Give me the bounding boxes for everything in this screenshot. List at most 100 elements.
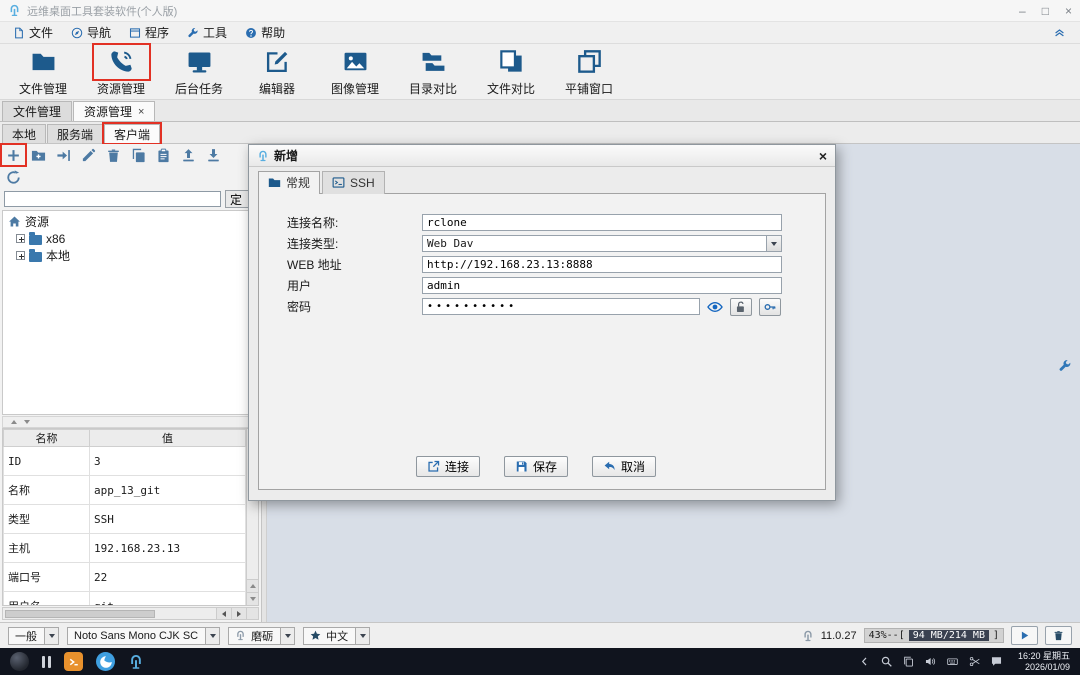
connection-name-input[interactable] [422,214,782,231]
taskbar-app-icon[interactable] [128,654,144,670]
menu-programs[interactable]: 程序 [120,22,178,43]
table-row[interactable]: 类型 SSH [3,504,246,534]
table-row[interactable]: ID 3 [3,446,246,476]
password-label: 密码 [287,300,312,314]
menu-tools[interactable]: 工具 [178,22,236,43]
tab-file-management[interactable]: 文件管理 [2,101,73,121]
collapse-toolbar-icon[interactable] [1053,26,1066,39]
maximize-button[interactable]: □ [1042,5,1049,17]
tab-close-icon[interactable]: × [138,106,144,118]
chat-icon[interactable] [991,656,1002,667]
dock-icon[interactable] [42,655,51,668]
cancel-button[interactable]: 取消 [592,456,657,477]
clipboard-icon[interactable] [903,656,914,667]
tab-resource-management[interactable]: 资源管理 × [73,101,156,121]
toolbar-image-management[interactable]: 图像管理 [316,45,394,97]
font-select[interactable]: Noto Sans Mono CJK SC [67,626,221,645]
edit-button[interactable] [77,145,100,165]
connection-type-select[interactable]: Web Dav [422,235,782,252]
tree-root-resources[interactable]: 资源 [3,213,258,230]
user-input[interactable] [422,277,782,294]
scrollbar-thumb[interactable] [5,609,155,618]
show-password-icon[interactable] [707,299,723,315]
properties-table: 名称 值 ID 3 名称 app_13_git 类型 SSH 主机 192.168.23… [3,429,246,605]
log-level-select[interactable]: 一般 [8,626,59,645]
browser-app-icon[interactable] [96,652,115,671]
trash-icon [106,148,121,163]
expand-icon[interactable] [16,251,25,260]
copy-button[interactable] [127,145,150,165]
toolbar-editor[interactable]: 编辑器 [238,45,316,97]
minimize-button[interactable]: – [1019,5,1026,17]
clock[interactable]: 16:20 星期五 2026/01/09 [1018,651,1070,673]
column-header-name[interactable]: 名称 [3,429,90,447]
user-label: 用户 [287,279,312,293]
export-button[interactable] [202,145,225,165]
file-icon [13,27,25,39]
toolbar-directory-compare[interactable]: 目录对比 [394,45,472,97]
menu-file[interactable]: 文件 [4,22,62,43]
expand-icon[interactable] [16,234,25,243]
subtab-local[interactable]: 本地 [2,124,47,143]
volume-icon[interactable] [925,656,936,667]
subtab-client[interactable]: 客户端 [102,122,163,145]
unlock-button[interactable] [730,297,752,316]
delete-button[interactable] [102,145,125,165]
connect-button[interactable]: 连接 [415,456,480,477]
menu-navigate[interactable]: 导航 [62,22,120,43]
clear-button[interactable] [1045,626,1072,645]
scroll-down-button[interactable] [247,592,258,605]
language-select[interactable]: 中文 [303,626,371,645]
add-group-button[interactable] [27,145,50,165]
properties-panel: 名称 值 ID 3 名称 app_13_git 类型 SSH 主机 192.168.23… [2,428,259,606]
dialog-tab-ssh[interactable]: SSH [322,171,385,194]
scroll-right-button[interactable] [231,608,246,619]
import-button[interactable] [177,145,200,165]
dialog-tab-general[interactable]: 常规 [258,171,321,195]
password-input[interactable] [422,298,700,315]
screenshot-icon[interactable] [969,656,980,667]
dropdown-button[interactable] [766,236,781,251]
sort-asc-icon[interactable] [11,420,17,424]
tree-filter-input[interactable] [4,191,221,207]
tree-node-local[interactable]: 本地 [3,247,258,264]
dialog-titlebar[interactable]: 新增 × [249,145,835,167]
key-button[interactable] [759,297,781,316]
tray-expand-icon[interactable] [859,656,870,667]
search-icon[interactable] [881,656,892,667]
toolbar-file-management[interactable]: 文件管理 [4,45,82,97]
theme-select[interactable]: 磨砺 [228,626,296,645]
close-button[interactable]: × [1065,5,1072,17]
table-row[interactable]: 名称 app_13_git [3,475,246,505]
scroll-up-button[interactable] [247,579,258,592]
menu-programs-label: 程序 [145,26,170,40]
keyboard-icon[interactable] [947,656,958,667]
toolbar-tile-windows[interactable]: 平铺窗口 [550,45,628,97]
horizontal-scrollbar[interactable] [2,607,259,620]
terminal-app-icon[interactable] [64,652,83,671]
toolbar-background-tasks[interactable]: 后台任务 [160,45,238,97]
play-icon [1019,630,1030,641]
refresh-button[interactable] [2,167,25,187]
table-row[interactable]: 主机 192.168.23.13 [3,533,246,563]
connect-session-button[interactable] [52,145,75,165]
sort-desc-icon[interactable] [24,420,30,424]
paste-button[interactable] [152,145,175,165]
column-header-value[interactable]: 值 [89,429,246,447]
save-button[interactable]: 保存 [503,456,568,477]
add-button[interactable] [0,143,27,167]
pencil-icon [81,148,96,163]
start-menu-icon[interactable] [10,652,29,671]
menu-help[interactable]: 帮助 [236,22,294,43]
table-row[interactable]: 用户名git [3,591,246,605]
toolbar-resource-management[interactable]: 资源管理 [82,43,160,97]
subtab-server[interactable]: 服务端 [47,124,104,143]
dialog-close-button[interactable]: × [819,148,827,164]
side-settings-wrench-icon[interactable] [1058,359,1072,373]
scroll-left-button[interactable] [216,608,231,619]
table-row[interactable]: 端口号 22 [3,562,246,592]
toolbar-file-compare[interactable]: 文件对比 [472,45,550,97]
run-button[interactable] [1011,626,1038,645]
web-address-input[interactable] [422,256,782,273]
tree-node-x86[interactable]: x86 [3,230,258,247]
